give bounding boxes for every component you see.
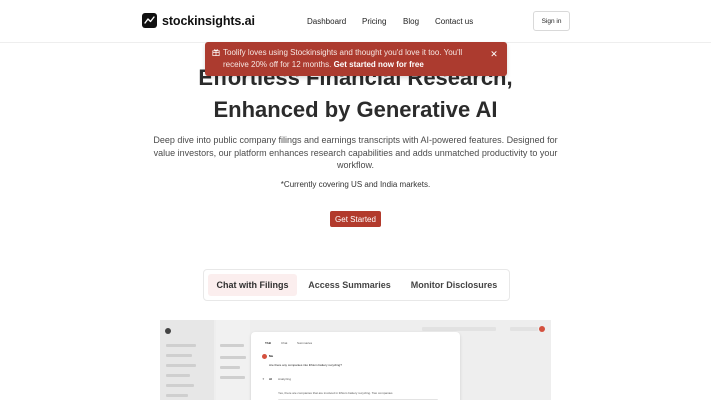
chart-line-icon bbox=[142, 13, 157, 28]
promo-banner-text: Toolify loves using Stockinsights and th… bbox=[223, 47, 485, 71]
hero-title-line-2: Enhanced by Generative AI bbox=[213, 97, 498, 122]
top-nav: stockinsights.ai Dashboard Pricing Blog … bbox=[0, 0, 711, 43]
preview-sidebar-line bbox=[166, 394, 188, 397]
coverage-note: *Currently covering US and India markets… bbox=[280, 180, 431, 189]
nav-contact[interactable]: Contact us bbox=[435, 17, 473, 26]
preview-list-line bbox=[220, 344, 244, 347]
preview-ai-label: AI bbox=[269, 377, 272, 381]
gift-icon bbox=[212, 49, 220, 56]
brand-logo[interactable]: stockinsights.ai bbox=[142, 13, 255, 28]
preview-sidebar bbox=[160, 320, 214, 400]
preview-list-line bbox=[220, 356, 246, 359]
promo-banner: Toolify loves using Stockinsights and th… bbox=[205, 42, 507, 76]
close-icon[interactable]: ✕ bbox=[489, 49, 499, 59]
preview-list-line bbox=[220, 366, 240, 369]
feature-tabs: Chat with Filings Access Summaries Monit… bbox=[203, 269, 510, 301]
hero-description: Deep dive into public company filings an… bbox=[153, 135, 558, 170]
preview-tab: Summaries bbox=[297, 341, 313, 345]
app-preview: TAB Chat Summaries Me Are there any comp… bbox=[160, 320, 551, 400]
preview-question: Are there any companies into lithium bat… bbox=[269, 363, 342, 367]
user-avatar-icon bbox=[262, 354, 267, 359]
brand-name: stockinsights.ai bbox=[162, 13, 255, 28]
tab-access-summaries[interactable]: Access Summaries bbox=[302, 274, 397, 296]
preview-user-label: Me bbox=[269, 354, 274, 358]
preview-logo-icon bbox=[165, 328, 171, 334]
preview-account-bar bbox=[510, 327, 538, 331]
get-started-button[interactable]: Get Started bbox=[330, 211, 381, 227]
ai-sparkle-icon: ✦ bbox=[262, 377, 265, 381]
preview-sidebar-line bbox=[166, 364, 196, 367]
preview-list-line bbox=[220, 376, 245, 379]
nav-dashboard[interactable]: Dashboard bbox=[307, 17, 346, 26]
tab-monitor-disclosures[interactable]: Monitor Disclosures bbox=[404, 274, 504, 296]
tab-chat-with-filings[interactable]: Chat with Filings bbox=[208, 274, 297, 296]
nav-blog[interactable]: Blog bbox=[403, 17, 419, 26]
preview-sidebar-line bbox=[166, 374, 190, 377]
nav-pricing[interactable]: Pricing bbox=[362, 17, 386, 26]
preview-search-bar bbox=[422, 327, 496, 331]
preview-sidebar-line bbox=[166, 354, 192, 357]
preview-ai-status: Analyzing bbox=[278, 377, 292, 381]
preview-list-pane bbox=[216, 320, 250, 400]
preview-sidebar-line bbox=[166, 344, 196, 347]
preview-chat-card: TAB Chat Summaries Me Are there any comp… bbox=[251, 332, 460, 400]
preview-sidebar-line bbox=[166, 384, 194, 387]
sign-in-button[interactable]: Sign in bbox=[533, 11, 570, 31]
preview-tab: TAB bbox=[265, 341, 271, 345]
preview-answer: Yes, there are companies that are involv… bbox=[278, 391, 393, 395]
promo-cta-link[interactable]: Get started now for free bbox=[334, 60, 424, 69]
preview-tab: Chat bbox=[281, 341, 288, 345]
preview-avatar bbox=[539, 326, 545, 332]
